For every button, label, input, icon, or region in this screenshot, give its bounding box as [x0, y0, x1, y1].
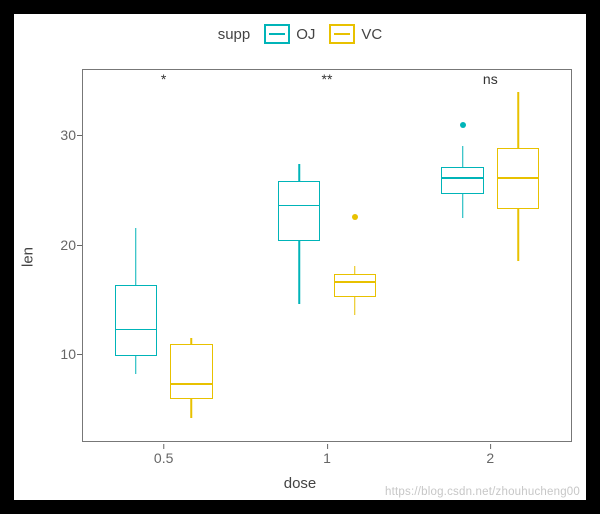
significance-label: * — [161, 71, 166, 87]
median-line — [335, 281, 375, 283]
box — [170, 344, 212, 399]
outlier-point — [352, 214, 358, 220]
median-line — [498, 177, 538, 179]
y-tick: 20 — [42, 237, 76, 253]
whisker — [191, 399, 193, 418]
whisker — [462, 146, 464, 167]
box — [115, 285, 157, 356]
box — [441, 167, 483, 194]
x-tick: 2 — [486, 450, 494, 466]
median-line — [442, 177, 482, 179]
box — [497, 148, 539, 209]
y-tick: 10 — [42, 346, 76, 362]
box — [278, 181, 320, 241]
median-line — [171, 383, 211, 385]
legend-title: supp — [218, 26, 251, 43]
median-line — [116, 329, 156, 331]
median-line — [279, 205, 319, 207]
plot-panel: 1020300.512***ns — [82, 69, 572, 442]
y-tick: 30 — [42, 127, 76, 143]
whisker — [517, 92, 519, 148]
legend-label-oj: OJ — [296, 26, 315, 43]
whisker — [517, 209, 519, 261]
significance-label: ns — [483, 71, 498, 87]
panel-border — [82, 69, 572, 442]
legend: supp OJ VC — [14, 24, 586, 44]
box — [334, 274, 376, 297]
legend-swatch-oj — [264, 24, 290, 44]
whisker — [462, 194, 464, 218]
whisker — [298, 164, 300, 180]
whisker — [354, 266, 356, 274]
whisker — [191, 338, 193, 345]
legend-label-vc: VC — [361, 26, 382, 43]
y-axis-title: len — [20, 247, 37, 267]
outlier-point — [460, 122, 466, 128]
whisker — [354, 297, 356, 315]
whisker — [298, 241, 300, 304]
chart-inner: supp OJ VC len dose 1020300.512***ns htt… — [14, 14, 586, 500]
whisker — [135, 228, 137, 285]
chart-frame: supp OJ VC len dose 1020300.512***ns htt… — [0, 0, 600, 514]
watermark-text: https://blog.csdn.net/zhouhucheng00 — [385, 486, 580, 498]
significance-label: ** — [322, 71, 333, 87]
x-tick: 1 — [323, 450, 331, 466]
legend-swatch-vc — [329, 24, 355, 44]
x-tick: 0.5 — [154, 450, 173, 466]
whisker — [135, 356, 137, 374]
